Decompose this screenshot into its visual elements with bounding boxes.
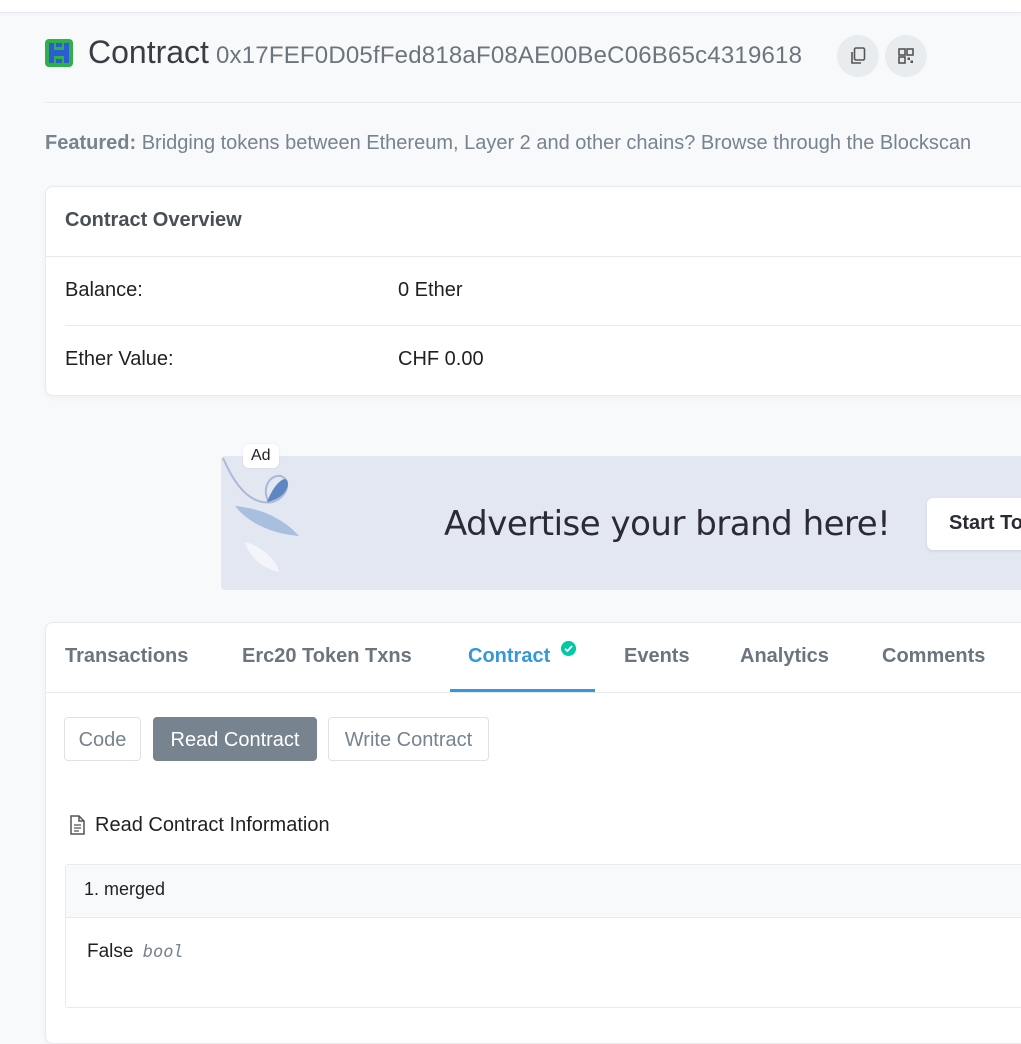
function-value: False [87, 941, 134, 962]
featured-text: Bridging tokens between Ethereum, Layer … [141, 132, 972, 154]
qr-code-button[interactable] [885, 35, 927, 77]
contract-address[interactable]: 0x17FEF0D05fFed818aF08AE00BeC06B65c43196… [216, 42, 802, 70]
page-header: Contract 0x17FEF0D05fFed818aF08AE00BeC06… [45, 30, 1021, 82]
contract-identicon-icon [45, 39, 73, 67]
function-output: False bool [87, 941, 184, 963]
function-header[interactable]: 1. merged [66, 865, 1021, 918]
ad-cta-button[interactable]: Start To [927, 498, 1021, 550]
contract-overview-title: Contract Overview [65, 209, 242, 231]
copy-address-button[interactable] [837, 35, 879, 77]
code-button[interactable]: Code [64, 717, 141, 761]
ad-cta-label: Start To [949, 512, 1021, 534]
tab-comments[interactable]: Comments [882, 645, 985, 668]
function-item: 1. merged False bool [65, 864, 1021, 1008]
write-contract-button-label: Write Contract [344, 729, 473, 751]
header-divider [45, 102, 1021, 103]
active-tab-indicator [450, 689, 595, 692]
verified-check-icon [561, 641, 576, 656]
tab-analytics[interactable]: Analytics [740, 645, 829, 668]
ether-value-row: Ether Value: CHF 0.00 [65, 326, 1021, 394]
read-contract-button[interactable]: Read Contract [153, 717, 317, 761]
balance-label: Balance: [65, 279, 143, 301]
write-contract-button[interactable]: Write Contract [328, 717, 489, 761]
ad-headline: Advertise your brand here! [444, 504, 891, 544]
ether-value-value: CHF 0.00 [398, 348, 484, 370]
contract-overview-card: Contract Overview Balance: 0 Ether Ether… [45, 186, 1021, 396]
contract-tabs-card: Transactions Erc20 Token Txns Contract E… [45, 622, 1021, 1044]
qr-code-icon [898, 48, 914, 64]
tab-transactions[interactable]: Transactions [65, 645, 188, 668]
tab-events[interactable]: Events [624, 645, 690, 668]
top-navbar [0, 0, 1021, 13]
ether-value-label: Ether Value: [65, 348, 174, 370]
ad-banner[interactable]: Advertise your brand here! Start To [221, 456, 1021, 590]
code-button-label: Code [78, 729, 127, 751]
featured-banner[interactable]: Featured: Bridging tokens between Ethere… [45, 132, 971, 155]
page-title: Contract [88, 34, 209, 70]
tab-erc20-token-txns[interactable]: Erc20 Token Txns [242, 645, 412, 668]
tab-bar: Transactions Erc20 Token Txns Contract E… [46, 623, 1021, 693]
read-contract-button-label: Read Contract [170, 729, 300, 751]
featured-label: Featured: [45, 132, 137, 154]
function-return-type: bool [142, 942, 184, 962]
balance-value: 0 Ether [398, 279, 463, 301]
ad-leaf-logo-icon [222, 457, 299, 572]
balance-row: Balance: 0 Ether [65, 257, 1021, 326]
tab-contract[interactable]: Contract [468, 645, 550, 668]
read-contract-info-title: Read Contract Information [95, 814, 330, 836]
ad-label-badge: Ad [243, 444, 279, 468]
document-icon [70, 815, 85, 835]
function-name: 1. merged [84, 879, 166, 899]
copy-icon [851, 47, 866, 64]
